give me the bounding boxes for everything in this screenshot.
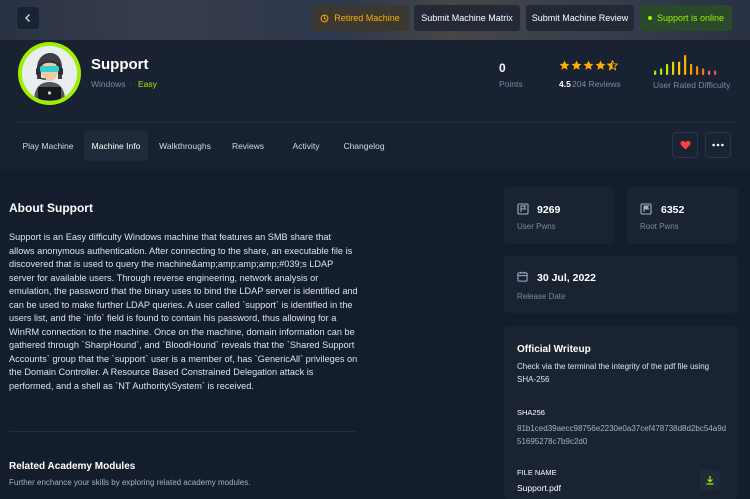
support-agent-avatar-icon <box>22 46 77 101</box>
user-pwns-label: User Pwns <box>517 222 556 231</box>
tab-changelog[interactable]: Changelog <box>336 131 392 161</box>
download-icon <box>706 476 714 485</box>
user-pwns-value: 9269 <box>537 204 561 216</box>
download-writeup-button[interactable] <box>700 470 720 490</box>
os-difficulty-separator: · <box>129 79 132 89</box>
file-name-label: FILE NAME <box>517 468 557 477</box>
retired-machine-label: Retired Machine <box>334 13 400 23</box>
about-description: Support is an Easy difficulty Windows ma… <box>9 232 358 391</box>
root-pwns-label: Root Pwns <box>640 222 679 231</box>
tab-walkthroughs[interactable]: Walkthroughs <box>153 131 217 161</box>
submit-review-label: Submit Machine Review <box>531 13 629 23</box>
difficulty-bar <box>696 66 699 75</box>
official-writeup-title: Official Writeup <box>517 344 591 355</box>
hero-divider <box>16 122 734 123</box>
difficulty-bar <box>660 68 663 75</box>
tab-machine-info[interactable]: Machine Info <box>84 131 148 161</box>
star-icon <box>571 60 582 70</box>
more-options-button[interactable] <box>705 132 731 158</box>
root-flag-icon <box>640 203 652 215</box>
difficulty-bar <box>708 70 711 75</box>
difficulty-bar <box>678 61 681 75</box>
difficulty-bar <box>666 63 669 75</box>
points-value: 0 <box>499 61 506 75</box>
retired-machine-button[interactable]: Retired Machine <box>311 5 409 31</box>
submit-review-button[interactable]: Submit Machine Review <box>526 5 634 31</box>
difficulty-bar <box>714 70 717 75</box>
points-label: Points <box>499 79 523 89</box>
chevron-left-icon <box>25 14 30 22</box>
star-icon <box>595 60 606 70</box>
favorite-button[interactable] <box>672 132 698 158</box>
difficulty-bars-chart <box>654 55 717 75</box>
difficulty-bar <box>654 70 657 75</box>
sha256-label: SHA256 <box>517 408 545 417</box>
tab-activity[interactable]: Activity <box>280 131 332 161</box>
root-pwns-value: 6352 <box>661 204 685 216</box>
tab-play-machine[interactable]: Play Machine <box>16 131 80 161</box>
difficulty-bar <box>684 55 687 75</box>
related-modules-subtitle: Further enchance your skills by explorin… <box>9 478 251 487</box>
release-date-label: Release Date <box>517 292 566 301</box>
difficulty-bar <box>690 63 693 75</box>
calendar-icon <box>517 271 528 282</box>
related-modules-title: Related Academy Modules <box>9 461 136 472</box>
star-icon <box>583 60 594 70</box>
submit-matrix-label: Submit Machine Matrix <box>421 13 513 23</box>
machine-status-label: Support is online <box>656 13 725 23</box>
more-dots-icon <box>712 143 724 147</box>
star-half-icon <box>607 60 618 71</box>
about-title: About Support <box>9 201 93 215</box>
release-date-card <box>504 256 738 313</box>
file-name-value: Support.pdf <box>517 483 561 493</box>
star-icon <box>559 60 570 70</box>
release-date-value: 30 Jul, 2022 <box>537 272 596 284</box>
tab-reviews[interactable]: Reviews <box>222 131 274 161</box>
difficulty-bar <box>672 61 675 75</box>
machine-status-button[interactable]: Support is online <box>640 5 732 31</box>
rating-value: 4.5 <box>559 79 571 89</box>
section-divider <box>9 431 355 432</box>
submit-matrix-button[interactable]: Submit Machine Matrix <box>414 5 520 31</box>
difficulty-bar <box>702 68 705 75</box>
back-button[interactable] <box>16 6 40 30</box>
machine-name: Support <box>91 56 149 73</box>
user-flag-icon <box>517 203 529 215</box>
machine-os: Windows <box>91 79 126 89</box>
machine-difficulty: Easy <box>138 79 157 89</box>
online-dot-icon <box>647 16 652 20</box>
official-writeup-description: Check via the terminal the integrity of … <box>517 362 710 384</box>
heart-icon <box>679 140 691 150</box>
rating-stars <box>559 60 618 71</box>
user-rated-difficulty-label: User Rated Difficulty <box>653 80 731 90</box>
machine-avatar <box>18 42 81 105</box>
sha256-value: 81b1ced39aecc98756e2230e0a37cef478738d8d… <box>517 424 727 446</box>
rating-reviews-count: 204 Reviews <box>572 79 621 89</box>
history-icon <box>320 14 329 22</box>
